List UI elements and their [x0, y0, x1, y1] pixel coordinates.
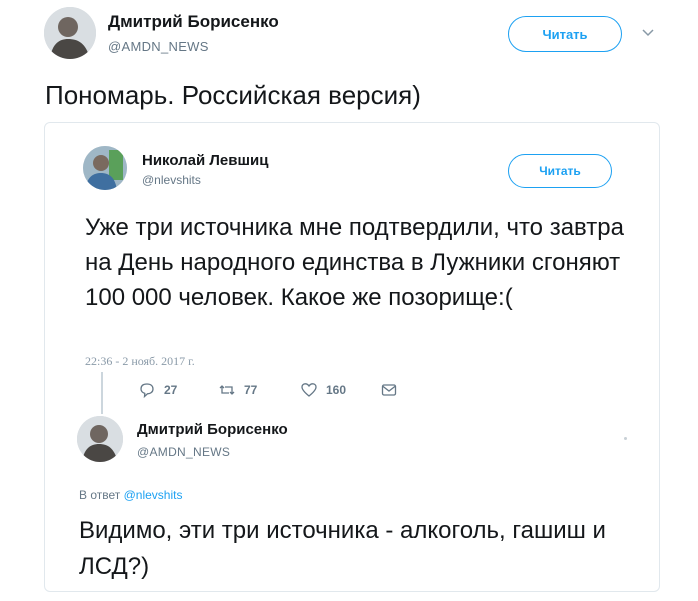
chevron-down-icon[interactable]	[640, 24, 656, 40]
heart-icon	[301, 383, 317, 397]
avatar-image	[83, 146, 127, 190]
divider-dot	[624, 437, 627, 440]
retweet-count: 77	[244, 383, 258, 397]
tweet-text: Пономарь. Российская версия)	[45, 80, 421, 110]
reply-to-prefix: В ответ	[79, 488, 121, 502]
quoted-tweet-text: Уже три источника мне подтвердили, что з…	[85, 214, 624, 311]
reply-author-avatar[interactable]	[77, 416, 123, 462]
reply-author-handle[interactable]: @AMDN_NEWS	[137, 445, 230, 459]
follow-button[interactable]: Читать	[508, 16, 622, 52]
quoted-author-avatar[interactable]	[83, 146, 127, 190]
author-handle[interactable]: @AMDN_NEWS	[108, 39, 209, 54]
reply-to-line: В ответ @nlevshits	[79, 488, 182, 502]
like-action[interactable]: 160	[300, 381, 346, 399]
author-name[interactable]: Дмитрий Борисенко	[108, 12, 279, 32]
direct-message-action[interactable]	[380, 381, 398, 399]
avatar-image	[44, 7, 96, 59]
quoted-author-name[interactable]: Николай Левшиц	[142, 152, 268, 169]
reply-text: Видимо, эти три источника - алкоголь, га…	[79, 517, 606, 580]
quoted-follow-button[interactable]: Читать	[508, 154, 612, 188]
like-count: 160	[326, 383, 347, 397]
author-avatar[interactable]	[44, 7, 96, 59]
avatar-image	[77, 416, 123, 462]
retweet-icon	[219, 385, 235, 395]
quoted-author-handle[interactable]: @nlevshits	[142, 173, 201, 187]
quoted-tweet-timestamp[interactable]: 22:36 - 2 нояб. 2017 г.	[85, 354, 195, 369]
reply-author-name[interactable]: Дмитрий Борисенко	[137, 421, 288, 438]
envelope-icon	[381, 384, 397, 396]
reply-count: 27	[164, 383, 178, 397]
reply-action[interactable]: 27	[138, 381, 177, 399]
reply-icon	[140, 383, 154, 399]
reply-to-handle-link[interactable]: @nlevshits	[124, 488, 183, 502]
retweet-action[interactable]: 77	[218, 381, 257, 399]
thread-connector	[101, 372, 103, 414]
